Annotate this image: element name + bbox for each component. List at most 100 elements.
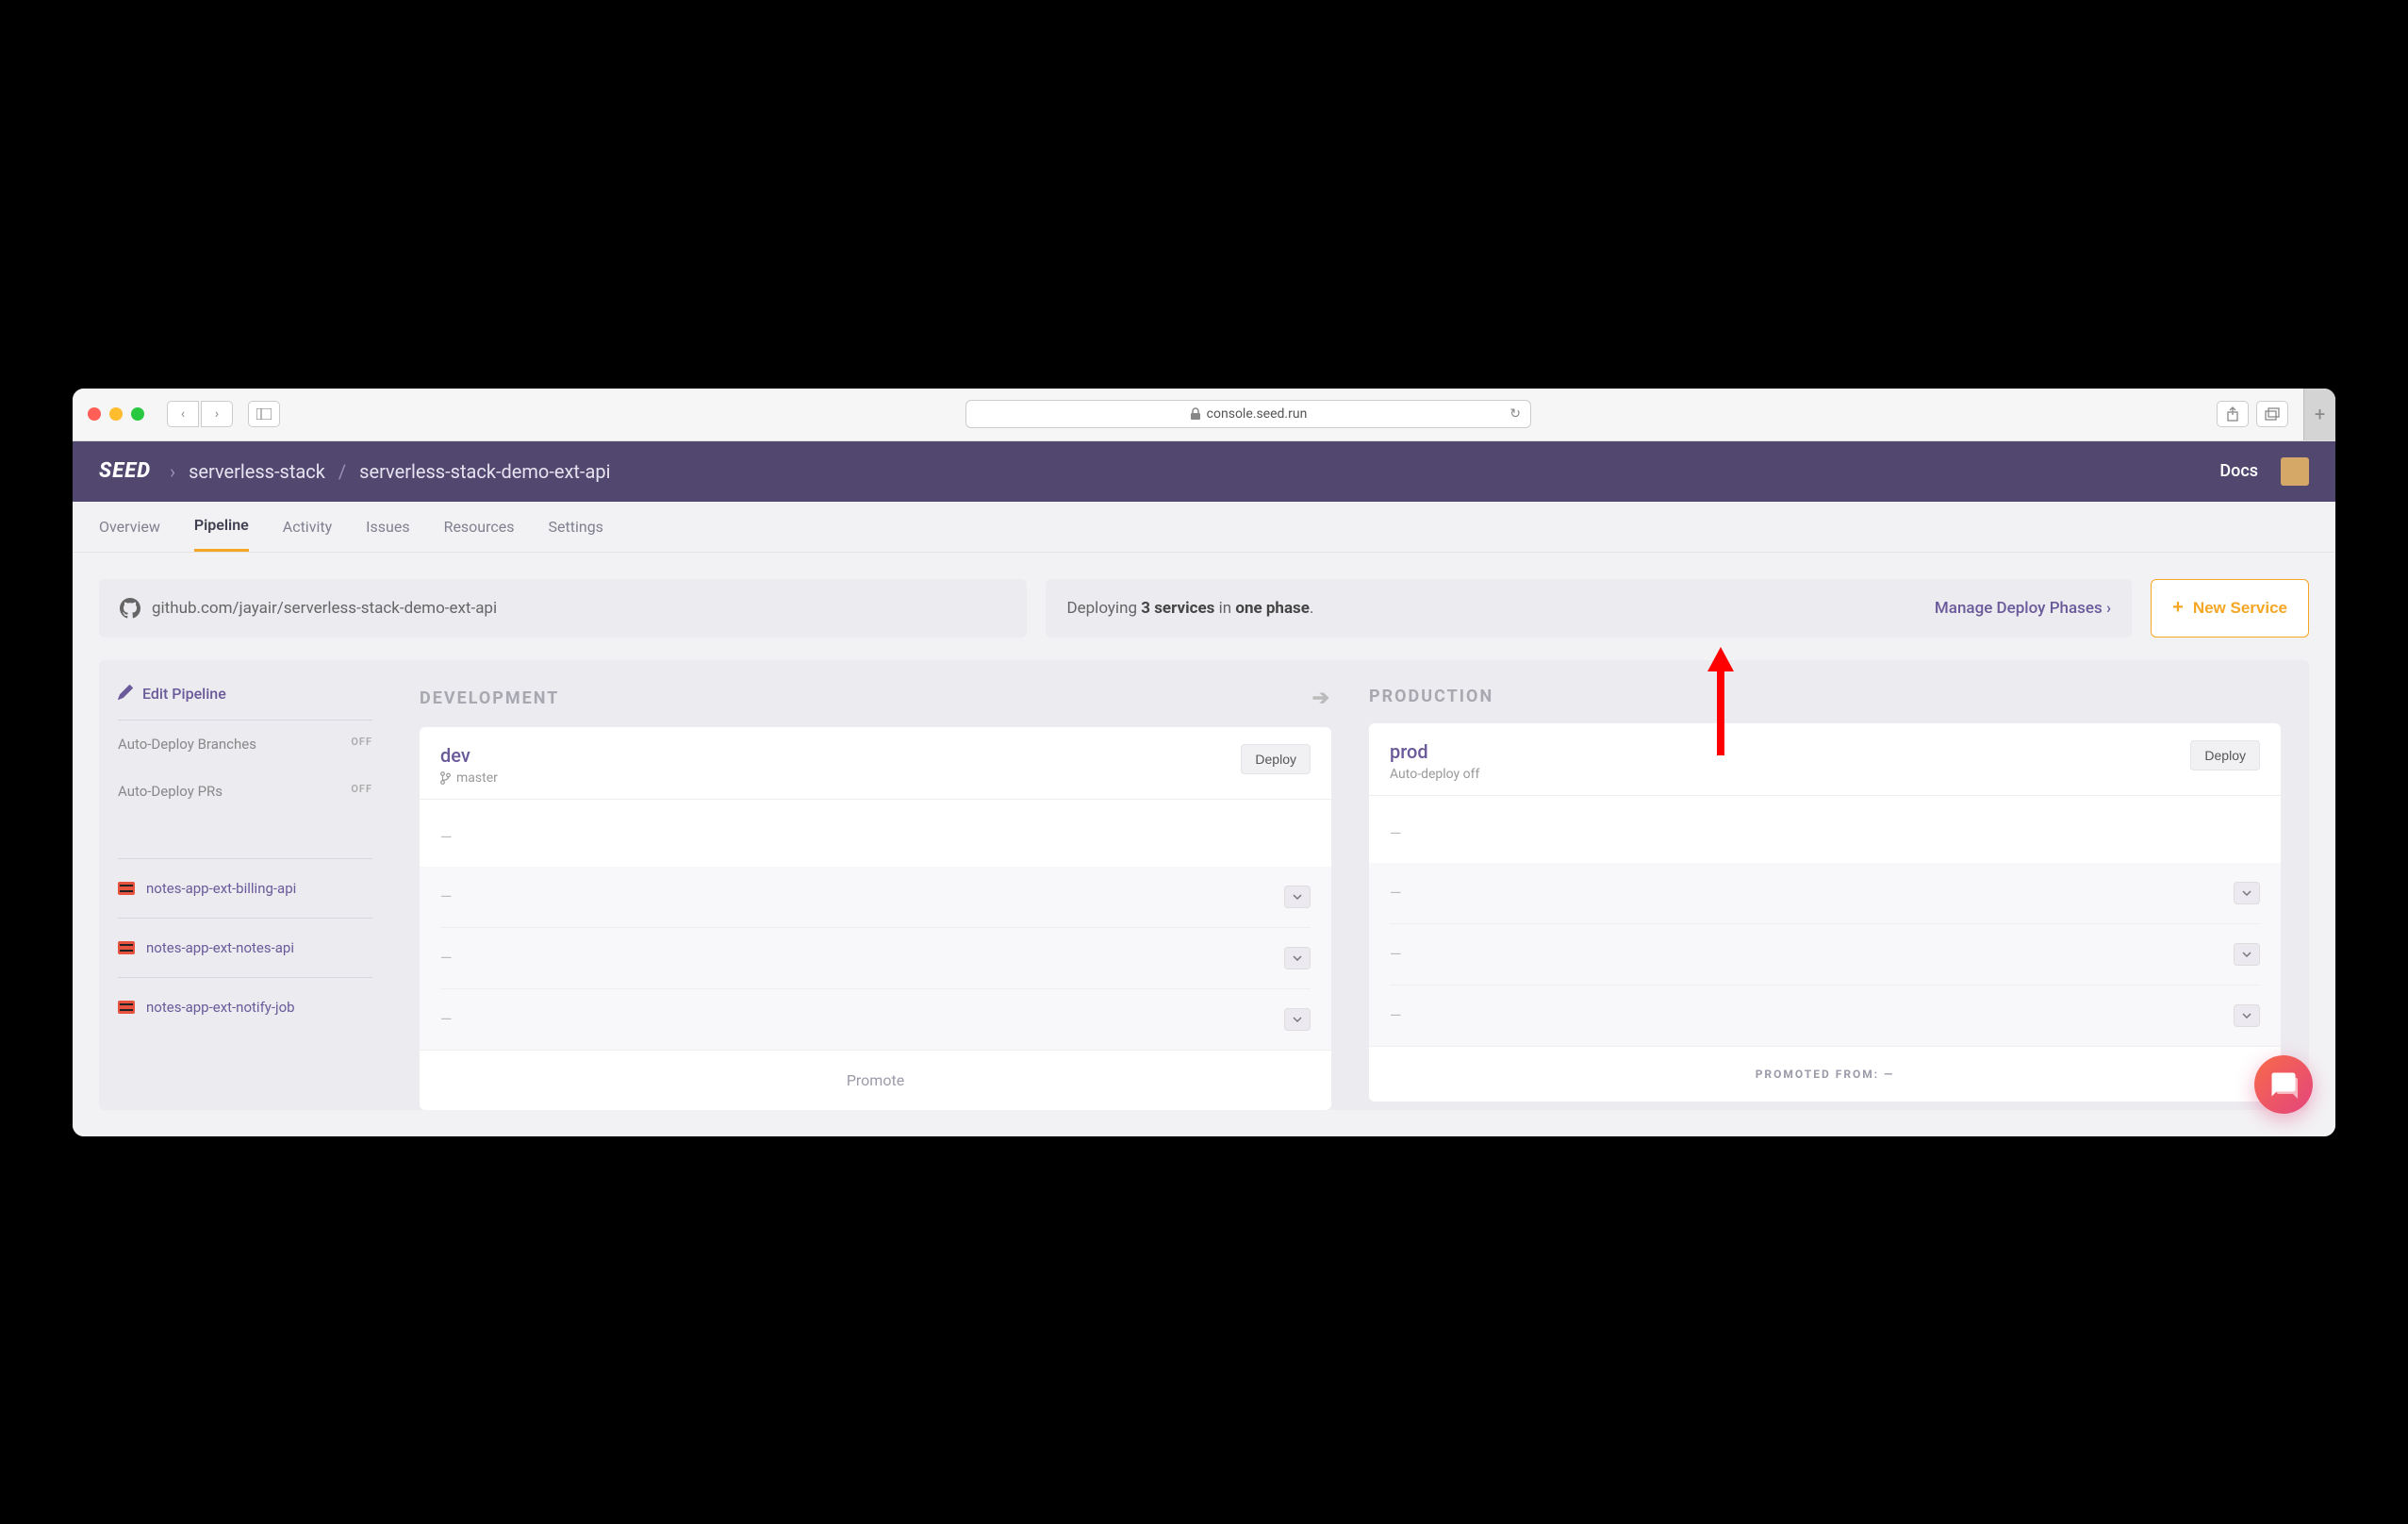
stage-header: DEVELOPMENT ➔: [420, 679, 1331, 727]
chevron-down-icon: [1293, 894, 1302, 900]
browser-chrome: ‹ › console.seed.run ↻ +: [73, 389, 2335, 441]
deploy-prefix: Deploying: [1066, 599, 1141, 618]
edit-pipeline-link[interactable]: Edit Pipeline: [118, 685, 372, 721]
chevron-down-icon: [1293, 955, 1302, 961]
edit-pipeline-label: Edit Pipeline: [142, 685, 226, 703]
service-name: notes-app-ext-billing-api: [146, 880, 296, 897]
header-right: Docs: [2219, 457, 2309, 486]
sidebar-toggle-button[interactable]: [248, 401, 280, 427]
tabs-button[interactable]: [2256, 401, 2288, 427]
reload-button[interactable]: ↻: [1509, 406, 1521, 422]
traffic-lights: [88, 407, 144, 421]
stage-service-row: —: [440, 989, 1311, 1050]
tab-overview[interactable]: Overview: [99, 503, 160, 551]
expand-button[interactable]: [2234, 943, 2260, 966]
lock-icon: [1190, 407, 1201, 421]
browser-right-controls: [2217, 401, 2288, 427]
docs-link[interactable]: Docs: [2219, 461, 2258, 481]
service-status: —: [1390, 1006, 2222, 1024]
forward-button[interactable]: ›: [201, 401, 233, 427]
stage-services-section: — —: [1369, 863, 2281, 1046]
service-icon: [118, 882, 135, 895]
tab-settings[interactable]: Settings: [549, 503, 603, 551]
chevron-down-icon: [2242, 1013, 2251, 1019]
new-tab-button[interactable]: +: [2303, 389, 2335, 441]
chat-icon: [2269, 1070, 2298, 1099]
pencil-icon: [118, 685, 133, 700]
deploy-button[interactable]: Deploy: [2190, 740, 2260, 770]
deploy-button[interactable]: Deploy: [1241, 744, 1311, 774]
promote-button[interactable]: Promote: [420, 1050, 1331, 1110]
off-badge: OFF: [351, 736, 372, 753]
pipeline-stages: DEVELOPMENT ➔ dev master: [391, 660, 2309, 1110]
pipeline-sidebar: Edit Pipeline Auto-Deploy Branches OFF A…: [99, 660, 391, 1110]
service-name: notes-app-ext-notify-job: [146, 999, 295, 1016]
stage-name[interactable]: dev: [440, 744, 498, 767]
stage-header-label: DEVELOPMENT: [420, 688, 559, 708]
tabs-icon: [2265, 407, 2280, 421]
tab-pipeline[interactable]: Pipeline: [194, 501, 249, 552]
breadcrumb: › serverless-stack / serverless-stack-de…: [170, 460, 610, 483]
breadcrumb-project[interactable]: serverless-stack-demo-ext-api: [359, 460, 610, 483]
stage-body: — — —: [420, 800, 1331, 1050]
service-item[interactable]: notes-app-ext-billing-api: [118, 858, 372, 918]
stage-services-section: — —: [420, 867, 1331, 1050]
tab-resources[interactable]: Resources: [444, 503, 515, 551]
content: github.com/jayair/serverless-stack-demo-…: [73, 553, 2335, 1136]
new-service-button[interactable]: + New Service: [2151, 579, 2309, 638]
stage-card-prod: prod Auto-deploy off Deploy — —: [1369, 723, 2281, 1102]
branch-icon: [440, 771, 451, 785]
breadcrumb-org[interactable]: serverless-stack: [189, 460, 325, 483]
auto-deploy-branches-row[interactable]: Auto-Deploy Branches OFF: [118, 721, 372, 768]
avatar[interactable]: [2281, 457, 2309, 486]
sidebar-spacer: [118, 815, 372, 858]
logo[interactable]: SEED: [99, 459, 151, 483]
expand-button[interactable]: [1284, 947, 1311, 969]
service-status: —: [440, 887, 1273, 905]
repo-url: github.com/jayair/serverless-stack-demo-…: [152, 599, 497, 618]
auto-deploy-prs-label: Auto-Deploy PRs: [118, 783, 223, 800]
manage-deploy-phases-link[interactable]: Manage Deploy Phases ›: [1935, 599, 2111, 618]
deploy-summary-text: Deploying 3 services in one phase.: [1066, 599, 1313, 618]
github-icon: [120, 598, 140, 619]
repo-info-bar[interactable]: github.com/jayair/serverless-stack-demo-…: [99, 579, 1027, 638]
stage-service-row: —: [440, 928, 1311, 989]
stage-service-row: —: [1390, 863, 2260, 924]
service-status: —: [1390, 884, 2222, 902]
chevron-down-icon: [2242, 890, 2251, 896]
deploy-services-count: 3 services: [1141, 599, 1214, 618]
window-maximize-button[interactable]: [131, 407, 144, 421]
tab-activity[interactable]: Activity: [283, 503, 332, 551]
window-minimize-button[interactable]: [109, 407, 123, 421]
auto-deploy-prs-row[interactable]: Auto-Deploy PRs OFF: [118, 768, 372, 815]
tab-issues[interactable]: Issues: [366, 503, 409, 551]
sidebar-icon: [256, 408, 272, 420]
url-bar[interactable]: console.seed.run ↻: [965, 400, 1531, 428]
stage-name[interactable]: prod: [1390, 740, 1479, 763]
stage-column-production: PRODUCTION prod Auto-deploy off Deploy —: [1369, 679, 2281, 1110]
new-service-label: New Service: [2193, 599, 2287, 618]
breadcrumb-separator: ›: [170, 460, 175, 483]
deploy-period: .: [1310, 599, 1313, 618]
service-status: —: [440, 949, 1273, 967]
window-close-button[interactable]: [88, 407, 101, 421]
expand-button[interactable]: [1284, 886, 1311, 908]
back-button[interactable]: ‹: [167, 401, 199, 427]
branch-name: master: [456, 770, 498, 786]
expand-button[interactable]: [2234, 1004, 2260, 1027]
tabs: Overview Pipeline Activity Issues Resour…: [73, 502, 2335, 553]
url-text: console.seed.run: [1207, 406, 1308, 422]
deploy-in: in: [1214, 599, 1235, 618]
expand-button[interactable]: [2234, 882, 2260, 904]
service-item[interactable]: notes-app-ext-notify-job: [118, 977, 372, 1036]
app-header: SEED › serverless-stack / serverless-sta…: [73, 441, 2335, 502]
share-button[interactable]: [2217, 401, 2249, 427]
service-item[interactable]: notes-app-ext-notes-api: [118, 918, 372, 977]
expand-button[interactable]: [1284, 1008, 1311, 1031]
deploy-info-bar: Deploying 3 services in one phase. Manag…: [1046, 579, 2132, 638]
chat-bubble-button[interactable]: [2254, 1055, 2313, 1114]
breadcrumb-separator: /: [338, 460, 346, 483]
top-info-row: github.com/jayair/serverless-stack-demo-…: [99, 579, 2309, 638]
stage-card-header: dev master Deploy: [420, 727, 1331, 800]
stage-header: PRODUCTION: [1369, 679, 2281, 723]
